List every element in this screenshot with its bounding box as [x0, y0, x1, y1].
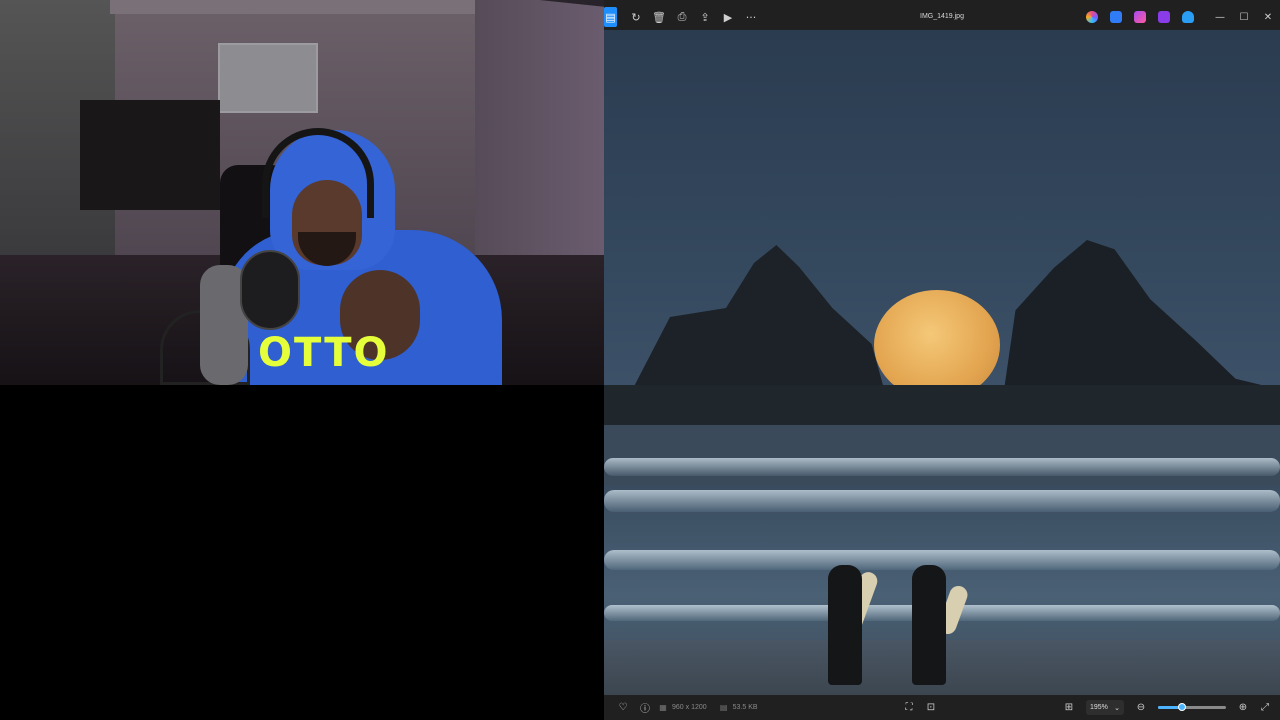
hoodie-print: OTTO	[258, 330, 390, 376]
title-bar: ▤ ↻ 🗑 ⎙ ⇪ ▶ ··· IMG_1419.jpg — ☐ ✕	[604, 4, 1280, 30]
more-options-icon[interactable]: ···	[740, 6, 762, 28]
whiteboard	[218, 43, 318, 113]
copilot-icon[interactable]	[1086, 11, 1098, 23]
file-size: 53.5 KB	[732, 704, 758, 711]
maximize-button[interactable]: ☐	[1232, 4, 1256, 30]
wave	[604, 550, 1280, 570]
surfer	[912, 565, 946, 685]
view-mode-icon[interactable]: ⊞	[1058, 695, 1080, 720]
toolbar: ▤ ↻ 🗑 ⎙ ⇪ ▶ ···	[604, 4, 763, 30]
dimensions-icon: ▦	[659, 703, 667, 712]
title-bar-right: — ☐ ✕	[1080, 4, 1280, 30]
rock-base	[604, 385, 1280, 430]
chevron-down-icon: ⌄	[1114, 704, 1120, 712]
sea	[604, 425, 1280, 485]
rotate-icon[interactable]: ↻	[625, 6, 647, 28]
pop-filter	[240, 250, 300, 330]
surfer	[828, 565, 862, 685]
zoom-level: 195%	[1090, 704, 1108, 711]
info-icon[interactable]: ⓘ	[634, 695, 656, 720]
filesize-icon: ▤	[719, 703, 728, 712]
fullscreen-icon[interactable]: ⤢	[1254, 695, 1276, 720]
room-ceiling	[110, 0, 510, 14]
photos-viewer-window: ▤ ↻ 🗑 ⎙ ⇪ ▶ ··· IMG_1419.jpg — ☐ ✕ ♡ ⓘ ▦…	[604, 0, 1280, 720]
webcam-feed: OTTO	[0, 0, 604, 385]
wave	[604, 490, 1280, 512]
zoom-out-icon[interactable]: ⊖	[1130, 695, 1152, 720]
delete-icon[interactable]: 🗑	[648, 6, 670, 28]
shelf	[80, 100, 220, 210]
clipchamp-icon[interactable]	[1134, 11, 1146, 23]
onedrive-icon[interactable]	[1182, 11, 1194, 23]
share-icon[interactable]: ⇪	[694, 6, 716, 28]
zoom-in-icon[interactable]: ⊕	[1232, 695, 1254, 720]
zoom-controls: ⛶ ⊡ ⊞ 195% ⌄ ⊖ ⊕ ⤢	[898, 695, 1280, 720]
status-bar: ♡ ⓘ ▦ 960 x 1200 ▤ 53.5 KB ⛶ ⊡ ⊞ 195% ⌄ …	[604, 695, 1280, 720]
minimize-button[interactable]: —	[1208, 4, 1232, 30]
screen: OTTO ▤ ↻ 🗑 ⎙ ⇪ ▶ ··· IMG_1419.jpg — ☐ ✕ …	[0, 0, 1280, 720]
zoom-slider[interactable]	[1158, 703, 1226, 711]
photo-canvas[interactable]	[604, 30, 1280, 695]
editor-icon[interactable]	[1158, 11, 1170, 23]
image-dimensions: 960 x 1200	[672, 704, 707, 711]
wave	[604, 458, 1280, 476]
moon	[874, 290, 1000, 400]
close-button[interactable]: ✕	[1256, 4, 1280, 30]
gallery-icon[interactable]: ▤	[604, 7, 617, 27]
zoom-slider-thumb[interactable]	[1177, 703, 1186, 711]
favorite-icon[interactable]: ♡	[612, 695, 634, 720]
designer-icon[interactable]	[1110, 11, 1122, 23]
print-icon[interactable]: ⎙	[671, 6, 693, 28]
fit-to-window-icon[interactable]: ⛶	[898, 695, 920, 720]
slideshow-icon[interactable]: ▶	[717, 6, 739, 28]
actual-size-icon[interactable]: ⊡	[920, 695, 942, 720]
zoom-dropdown[interactable]: 195% ⌄	[1086, 700, 1124, 715]
